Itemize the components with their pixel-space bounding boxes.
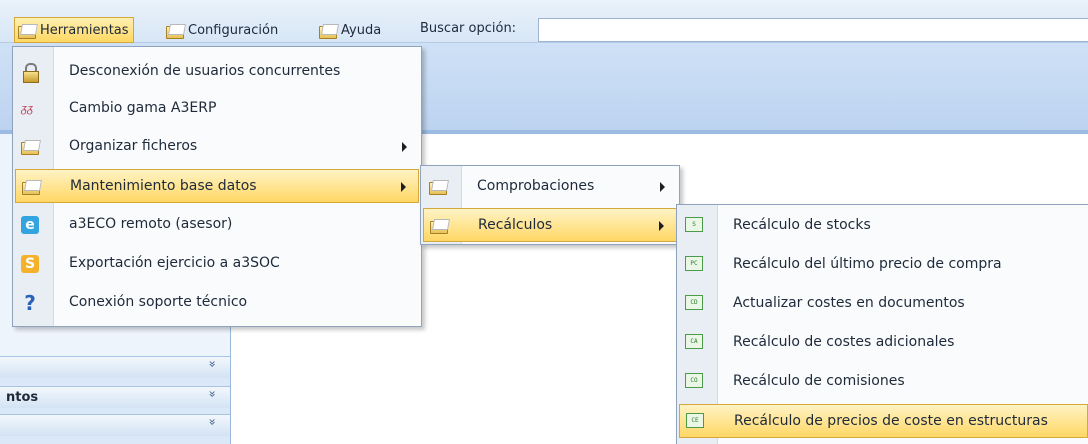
- menu-item-organizar-ficheros[interactable]: Organizar ficheros: [15, 130, 419, 164]
- left-pane-section[interactable]: »: [0, 414, 230, 436]
- menu-item-desconexion[interactable]: Desconexión de usuarios concurrentes: [15, 55, 419, 89]
- menu-herramientas[interactable]: Herramientas: [14, 17, 134, 43]
- menu-item-recalculo-precio-compra[interactable]: PC Recálculo del último precio de compra: [679, 248, 1086, 282]
- menu-item-recalculos[interactable]: Recálculos: [423, 208, 677, 242]
- menu-item-label: Recálculo de costes adicionales: [733, 334, 955, 350]
- menu-item-label: Cambio gama A3ERP: [69, 100, 217, 116]
- search-input[interactable]: [538, 18, 1088, 42]
- mantenimiento-submenu: Comprobaciones Recálculos: [420, 165, 680, 245]
- search-label: Buscar opción:: [420, 21, 517, 36]
- a3soc-icon: S: [21, 255, 39, 273]
- menu-item-label: a3ECO remoto (asesor): [69, 216, 233, 232]
- menu-configuracion-label: Configuración: [188, 22, 279, 38]
- menu-item-label: Exportación ejercicio a a3SOC: [69, 255, 280, 271]
- recalculos-submenu: S Recálculo de stocks PC Recálculo del ú…: [676, 204, 1088, 444]
- menu-item-comisiones[interactable]: CO Recálculo de comisiones: [679, 365, 1086, 399]
- submenu-arrow-icon: [660, 182, 665, 192]
- gama-icon: ᵹᵹ: [21, 102, 34, 115]
- left-pane-section[interactable]: ntos »: [0, 386, 230, 408]
- submenu-arrow-icon: [659, 221, 664, 231]
- menu-item-label: Recálculo de precios de coste en estruct…: [734, 413, 1048, 429]
- a3eco-icon: e: [21, 216, 39, 234]
- menu-item-comprobaciones[interactable]: Comprobaciones: [423, 170, 677, 204]
- menu-ayuda[interactable]: Ayuda: [316, 17, 385, 43]
- expand-chevron-icon[interactable]: »: [205, 418, 219, 425]
- folder-icon: [22, 180, 40, 195]
- menu-item-label: Recálculos: [478, 217, 553, 233]
- menu-item-label: Comprobaciones: [477, 178, 595, 194]
- stocks-doc-icon: S: [685, 217, 703, 232]
- menu-item-costes-adicionales[interactable]: CA Recálculo de costes adicionales: [679, 326, 1086, 360]
- menu-item-label: Recálculo del último precio de compra: [733, 256, 1002, 272]
- left-pane-section-title: ntos: [6, 390, 39, 405]
- folder-icon: [429, 180, 447, 195]
- menu-item-label: Conexión soporte técnico: [69, 294, 248, 310]
- folder-icon: [166, 24, 184, 39]
- menu-item-mantenimiento[interactable]: Mantenimiento base datos: [15, 169, 419, 203]
- menu-item-label: Actualizar costes en documentos: [733, 295, 965, 311]
- menu-item-exportacion[interactable]: S Exportación ejercicio a a3SOC: [15, 247, 419, 281]
- structures-doc-icon: CE: [686, 413, 704, 428]
- menu-item-soporte[interactable]: ? Conexión soporte técnico: [15, 286, 419, 320]
- left-pane-section[interactable]: »: [0, 356, 230, 378]
- menu-item-actualizar-costes[interactable]: CD Actualizar costes en documentos: [679, 287, 1086, 321]
- folder-icon: [430, 219, 448, 234]
- lock-icon: [21, 63, 39, 83]
- menu-configuracion[interactable]: Configuración: [163, 17, 282, 43]
- menu-item-label: Recálculo de stocks: [733, 217, 871, 233]
- menu-item-label: Recálculo de comisiones: [733, 373, 905, 389]
- costs-doc-icon: CD: [685, 295, 703, 310]
- submenu-arrow-icon: [401, 182, 406, 192]
- expand-chevron-icon[interactable]: »: [205, 360, 219, 367]
- menu-item-label: Organizar ficheros: [69, 138, 198, 154]
- commissions-doc-icon: CO: [685, 373, 703, 388]
- submenu-arrow-icon: [402, 142, 407, 152]
- menu-ayuda-label: Ayuda: [341, 22, 382, 38]
- menu-item-label: Desconexión de usuarios concurrentes: [69, 63, 341, 79]
- menu-herramientas-label: Herramientas: [40, 22, 129, 38]
- menu-item-recalculo-stocks[interactable]: S Recálculo de stocks: [679, 209, 1086, 243]
- herramientas-menu: Desconexión de usuarios concurrentes ᵹᵹ …: [12, 46, 422, 327]
- expand-chevron-icon[interactable]: »: [205, 390, 219, 397]
- menu-item-label: Mantenimiento base datos: [70, 178, 257, 194]
- menu-item-a3eco[interactable]: e a3ECO remoto (asesor): [15, 208, 419, 242]
- help-icon: ?: [24, 291, 36, 315]
- extra-costs-doc-icon: CA: [685, 334, 703, 349]
- menu-item-precios-coste-estructuras[interactable]: CE Recálculo de precios de coste en estr…: [679, 404, 1088, 438]
- menu-item-cambio-gama[interactable]: ᵹᵹ Cambio gama A3ERP: [15, 92, 419, 126]
- folder-icon: [21, 140, 39, 155]
- menubar: Herramientas Configuración Ayuda Buscar …: [0, 0, 1088, 43]
- price-doc-icon: PC: [685, 256, 703, 271]
- folder-icon: [319, 24, 337, 39]
- folder-icon: [18, 24, 36, 39]
